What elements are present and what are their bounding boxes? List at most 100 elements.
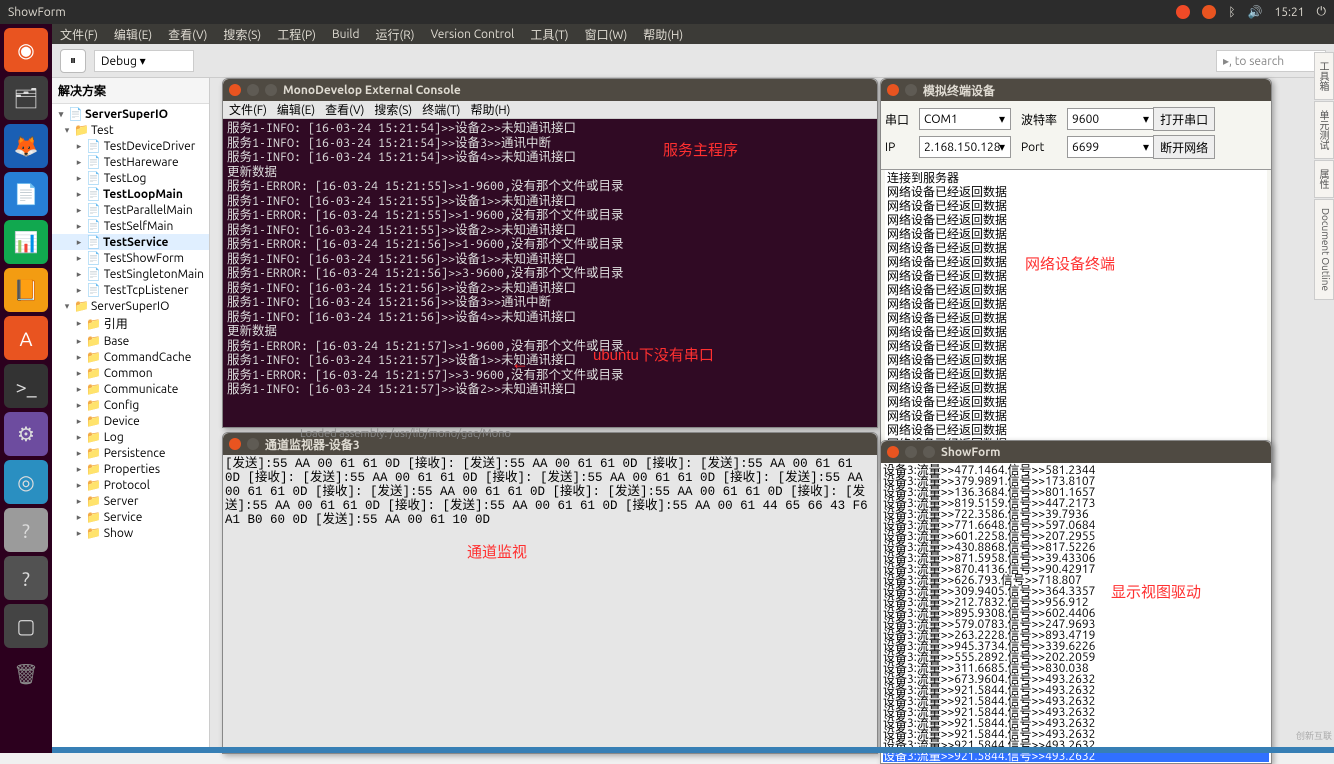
port-input[interactable] bbox=[1067, 136, 1155, 158]
channel-output[interactable]: [发送]:55 AA 00 61 61 0D [接收]: [发送]:55 AA … bbox=[223, 455, 877, 753]
clock[interactable]: 15:21 bbox=[1274, 6, 1304, 19]
close-icon[interactable] bbox=[229, 84, 241, 96]
menu-tools[interactable]: 工具(T) bbox=[530, 26, 568, 43]
dash-icon[interactable]: ◉ bbox=[4, 28, 48, 72]
console-menu-term[interactable]: 终端(T) bbox=[422, 101, 460, 118]
maximize-icon[interactable] bbox=[923, 446, 935, 458]
config-select[interactable]: Debug ▾ bbox=[94, 50, 194, 72]
console-menu-edit[interactable]: 编辑(E) bbox=[277, 101, 315, 118]
power-icon[interactable]: ⏻ bbox=[1317, 5, 1327, 19]
dropdown-icon[interactable]: ▾ bbox=[999, 112, 1005, 126]
test-item-TestShowForm[interactable]: ▸📄 TestShowForm bbox=[52, 250, 209, 266]
minimize-icon[interactable] bbox=[247, 438, 259, 450]
lib-item-CommandCache[interactable]: ▸📁 CommandCache bbox=[52, 349, 209, 365]
close-icon[interactable] bbox=[887, 84, 899, 96]
search-input[interactable]: ▸, to search bbox=[1216, 50, 1326, 72]
console-menu-help[interactable]: 帮助(H) bbox=[470, 101, 510, 118]
test-item-TestHareware[interactable]: ▸📄 TestHareware bbox=[52, 154, 209, 170]
console-title: MonoDevelop External Console bbox=[283, 84, 871, 97]
app-icon[interactable]: ▢ bbox=[4, 604, 48, 648]
console-menu-view[interactable]: 查看(V) bbox=[325, 101, 364, 118]
folder-test[interactable]: ▾📁 Test bbox=[52, 122, 209, 138]
status-icon[interactable] bbox=[1202, 5, 1216, 19]
test-item-TestParallelMain[interactable]: ▸📄 TestParallelMain bbox=[52, 202, 209, 218]
watermark-logo: 创新互联 bbox=[1272, 729, 1332, 749]
test-item-TestSelfMain[interactable]: ▸📄 TestSelfMain bbox=[52, 218, 209, 234]
lib-item-Base[interactable]: ▸📁 Base bbox=[52, 333, 209, 349]
side-tab-toolbox[interactable]: 工具箱 bbox=[1314, 52, 1334, 100]
lib-item-Config[interactable]: ▸📁 Config bbox=[52, 397, 209, 413]
maximize-icon[interactable] bbox=[265, 84, 277, 96]
trash-icon[interactable]: 🗑 bbox=[4, 652, 48, 696]
side-tab-outline[interactable]: Document Outline bbox=[1314, 199, 1334, 300]
menu-view[interactable]: 查看(V) bbox=[168, 26, 207, 43]
pause-button[interactable]: ⏸ bbox=[60, 49, 86, 73]
test-item-TestLoopMain[interactable]: ▸📄 TestLoopMain bbox=[52, 186, 209, 202]
minimize-icon[interactable] bbox=[247, 84, 259, 96]
sound-icon[interactable]: 🔊 bbox=[1248, 5, 1263, 19]
close-icon[interactable] bbox=[887, 446, 899, 458]
console-menu-file[interactable]: 文件(F) bbox=[229, 101, 267, 118]
menu-search[interactable]: 搜索(S) bbox=[223, 26, 261, 43]
close-icon[interactable] bbox=[229, 438, 241, 450]
lib-item-Protocol[interactable]: ▸📁 Protocol bbox=[52, 477, 209, 493]
lib-item-Show[interactable]: ▸📁 Show bbox=[52, 525, 209, 541]
baud-select[interactable] bbox=[1067, 108, 1155, 130]
bluetooth-icon[interactable]: ᛒ bbox=[1228, 6, 1235, 19]
menu-vc[interactable]: Version Control bbox=[431, 28, 515, 41]
dropdown-icon[interactable]: ▾ bbox=[1143, 140, 1149, 154]
solution-root[interactable]: ▾📄 ServerSuperIO bbox=[52, 106, 209, 122]
dropdown-icon[interactable]: ▾ bbox=[999, 140, 1005, 154]
impress-icon[interactable]: 📙 bbox=[4, 268, 48, 312]
test-item-TestSingletonMain[interactable]: ▸📄 TestSingletonMain bbox=[52, 266, 209, 282]
showform-window: ShowForm 设备3:流量>>477.1464.信号>>581.2344设备… bbox=[880, 440, 1272, 764]
channel-monitor-window: 通道监视器-设备3 [发送]:55 AA 00 61 61 0D [接收]: [… bbox=[222, 432, 878, 754]
solution-title: 解决方案 bbox=[52, 78, 209, 104]
calc-icon[interactable]: 📊 bbox=[4, 220, 48, 264]
test-item-TestLog[interactable]: ▸📄 TestLog bbox=[52, 170, 209, 186]
menu-window[interactable]: 窗口(W) bbox=[585, 26, 628, 43]
network-icon[interactable] bbox=[1176, 5, 1190, 19]
lib-item-Service[interactable]: ▸📁 Service bbox=[52, 509, 209, 525]
device-log[interactable]: 连接到服务器网络设备已经返回数据网络设备已经返回数据网络设备已经返回数据网络设备… bbox=[885, 170, 1267, 476]
minimize-icon[interactable] bbox=[905, 446, 917, 458]
disconnect-button[interactable]: 断开网络 bbox=[1153, 135, 1215, 159]
lib-item-引用[interactable]: ▸📁 引用 bbox=[52, 314, 209, 333]
menu-run[interactable]: 运行(R) bbox=[376, 26, 415, 43]
console-output[interactable]: 服务1-INFO: [16-03-24 15:21:54]>>设备2>>未知通讯… bbox=[223, 119, 877, 427]
menu-edit[interactable]: 编辑(E) bbox=[114, 26, 152, 43]
minimize-icon[interactable] bbox=[905, 84, 917, 96]
test-item-TestTcpListener[interactable]: ▸📄 TestTcpListener bbox=[52, 282, 209, 298]
console-menu-search[interactable]: 搜索(S) bbox=[374, 101, 412, 118]
writer-icon[interactable]: 📄 bbox=[4, 172, 48, 216]
lib-item-Device[interactable]: ▸📁 Device bbox=[52, 413, 209, 429]
ip-input[interactable] bbox=[919, 136, 1011, 158]
help-icon[interactable]: ? bbox=[4, 508, 48, 552]
files-icon[interactable]: 🗂 bbox=[4, 76, 48, 120]
terminal-icon[interactable]: >_ bbox=[4, 364, 48, 408]
test-item-TestDeviceDriver[interactable]: ▸📄 TestDeviceDriver bbox=[52, 138, 209, 154]
spiral-icon[interactable]: ◎ bbox=[4, 460, 48, 504]
menu-file[interactable]: 文件(F) bbox=[60, 26, 98, 43]
lib-item-Communicate[interactable]: ▸📁 Communicate bbox=[52, 381, 209, 397]
menu-build[interactable]: Build bbox=[332, 28, 360, 41]
settings-icon[interactable]: ⚙ bbox=[4, 412, 48, 456]
software-icon[interactable]: A bbox=[4, 316, 48, 360]
menu-project[interactable]: 工程(P) bbox=[277, 26, 316, 43]
showform-output[interactable]: 设备3:流量>>477.1464.信号>>581.2344设备3:流量>>379… bbox=[881, 463, 1271, 763]
dropdown-icon[interactable]: ▾ bbox=[1143, 112, 1149, 126]
question-icon[interactable]: ? bbox=[4, 556, 48, 600]
firefox-icon[interactable]: 🦊 bbox=[4, 124, 48, 168]
lib-item-Log[interactable]: ▸📁 Log bbox=[52, 429, 209, 445]
lib-item-Server[interactable]: ▸📁 Server bbox=[52, 493, 209, 509]
folder-lib[interactable]: ▾📁 ServerSuperIO bbox=[52, 298, 209, 314]
side-tab-props[interactable]: 属性 bbox=[1314, 160, 1334, 198]
menu-help[interactable]: 帮助(H) bbox=[643, 26, 683, 43]
lib-item-Properties[interactable]: ▸📁 Properties bbox=[52, 461, 209, 477]
lib-item-Common[interactable]: ▸📁 Common bbox=[52, 365, 209, 381]
side-tab-tests[interactable]: 单元测试 bbox=[1314, 101, 1334, 159]
open-serial-button[interactable]: 打开串口 bbox=[1153, 107, 1215, 131]
test-item-TestService[interactable]: ▸📄 TestService bbox=[52, 234, 209, 250]
serial-select[interactable] bbox=[919, 108, 1011, 130]
lib-item-Persistence[interactable]: ▸📁 Persistence bbox=[52, 445, 209, 461]
